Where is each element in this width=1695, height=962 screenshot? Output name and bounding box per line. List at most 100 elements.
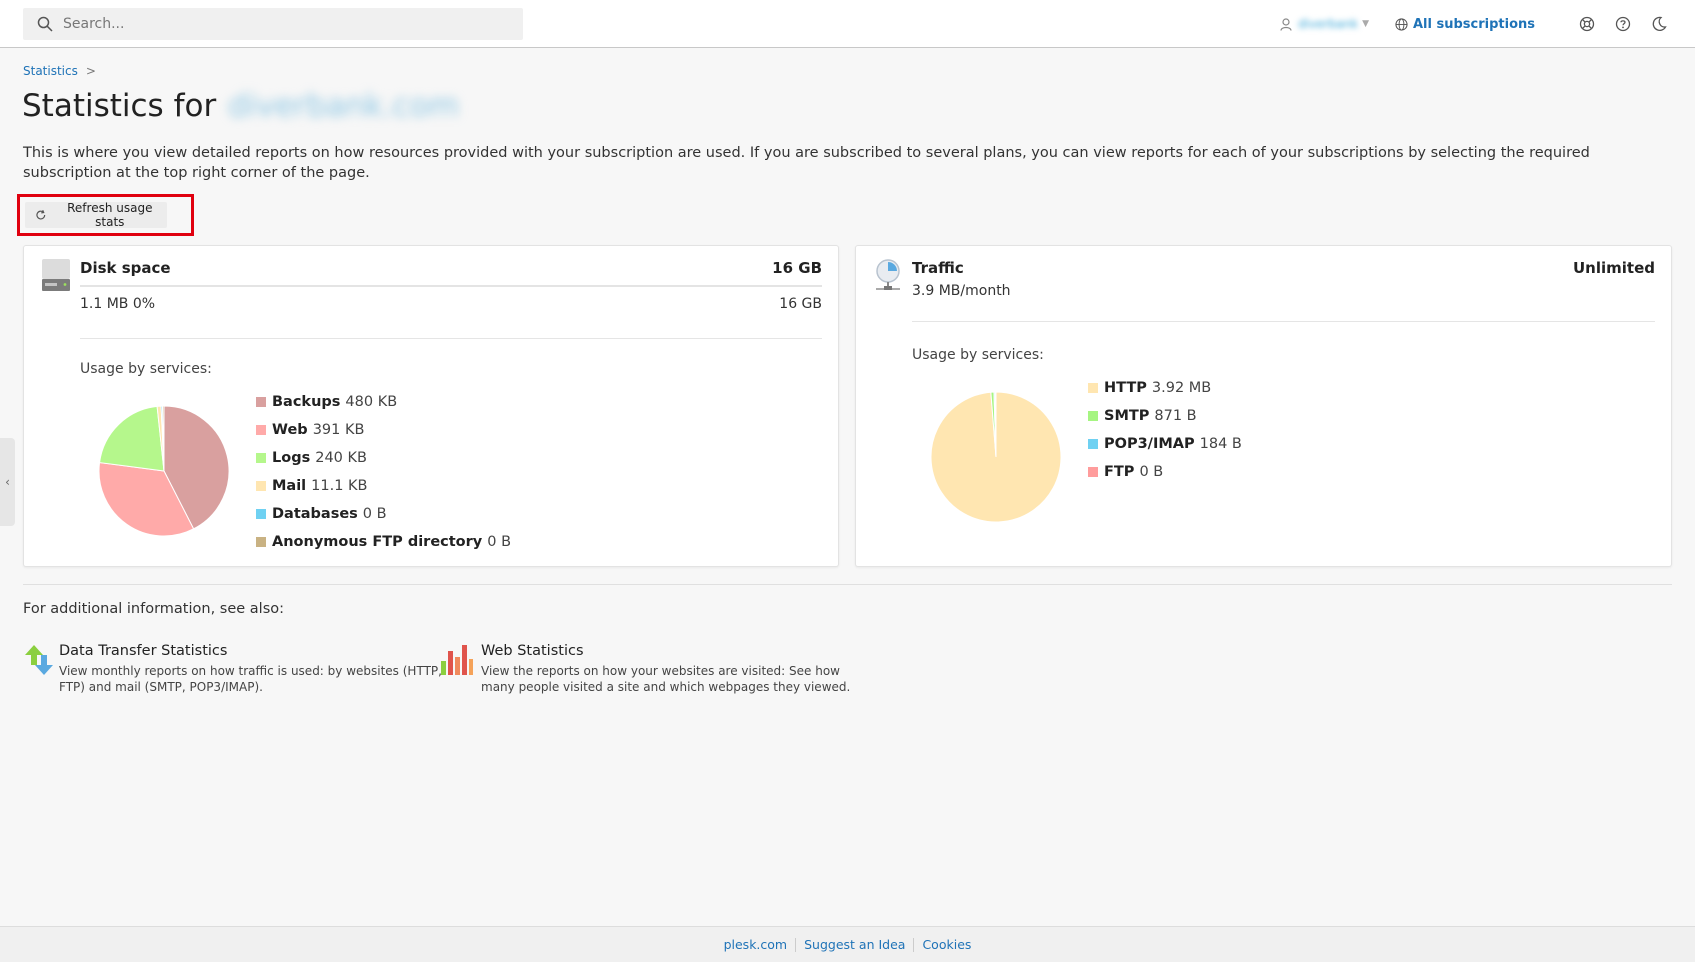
chevron-left-icon: ‹ (5, 475, 10, 489)
footer-link-plesk[interactable]: plesk.com (716, 937, 796, 952)
disk-limit-text: 16 GB (779, 296, 822, 312)
legend-swatch (1088, 411, 1098, 421)
intro-text: This is where you view detailed reports … (23, 145, 1590, 181)
disk-usage-by-services-label: Usage by services: (80, 361, 212, 377)
dark-mode-toggle[interactable] (1651, 16, 1667, 32)
disk-divider (80, 338, 822, 339)
legend-swatch (256, 537, 266, 547)
page-title: Statistics for diverbank.com (22, 88, 459, 124)
help-circle-lifebuoy-button[interactable] (1579, 16, 1595, 32)
data-transfer-arrows-icon (25, 645, 53, 675)
web-statistics-link[interactable]: Web Statistics (481, 643, 850, 659)
legend-value: 391 KB (312, 422, 365, 438)
section-divider (23, 584, 1672, 585)
legend-name: Web (272, 422, 308, 438)
traffic-total: Unlimited (1573, 259, 1655, 277)
moon-icon (1652, 16, 1667, 31)
globe-icon (1395, 17, 1408, 31)
footer-link-cookies[interactable]: Cookies (914, 937, 979, 952)
traffic-legend: HTTP 3.92 MB SMTP 871 B POP3/IMAP 184 B FTP 0 B (1088, 374, 1242, 486)
traffic-legend-item: FTP 0 B (1088, 458, 1242, 486)
all-subscriptions-link[interactable]: All subscriptions (1395, 17, 1535, 32)
chevron-down-icon: ▼ (1362, 19, 1369, 29)
disk-pie-chart (98, 405, 230, 537)
traffic-title: Traffic (912, 259, 964, 277)
refresh-usage-stats-label: Refresh usage stats (67, 201, 153, 229)
data-transfer-statistics-link[interactable]: Data Transfer Statistics (59, 643, 442, 659)
data-transfer-statistics-item[interactable]: Data Transfer Statistics View monthly re… (23, 643, 442, 695)
data-transfer-statistics-desc-1: View monthly reports on how traffic is u… (59, 664, 442, 678)
disk-legend-item: Anonymous FTP directory 0 B (256, 528, 511, 556)
search-icon (37, 16, 53, 32)
disk-legend: Backups 480 KB Web 391 KB Logs 240 KB Mail 11.1… (256, 388, 511, 556)
web-statistics-item[interactable]: Web Statistics View the reports on how y… (440, 643, 850, 695)
disk-space-title: Disk space (80, 259, 171, 277)
web-statistics-desc-1: View the reports on how your websites ar… (481, 664, 840, 678)
legend-swatch (1088, 439, 1098, 449)
search-input[interactable] (63, 16, 483, 32)
legend-name: POP3/IMAP (1104, 436, 1195, 452)
disk-usage-bar (80, 285, 822, 287)
traffic-clock-icon (876, 259, 900, 290)
traffic-pie-chart (930, 391, 1062, 523)
page-title-domain: diverbank.com (228, 88, 459, 124)
page-title-prefix: Statistics for (22, 88, 217, 124)
legend-value: 184 B (1199, 436, 1242, 452)
lifebuoy-icon (1579, 16, 1595, 32)
legend-name: Backups (272, 394, 341, 410)
refresh-highlight-box: Refresh usage stats (17, 194, 194, 236)
breadcrumb: Statistics > (23, 64, 96, 78)
legend-name: Logs (272, 450, 311, 466)
disk-legend-item: Databases 0 B (256, 500, 511, 528)
bar-chart-icon (441, 645, 473, 675)
legend-name: Anonymous FTP directory (272, 534, 483, 550)
legend-value: 0 B (362, 506, 387, 522)
legend-value: 0 B (487, 534, 512, 550)
legend-swatch (256, 481, 266, 491)
disk-legend-item: Logs 240 KB (256, 444, 511, 472)
breadcrumb-separator: > (85, 64, 96, 78)
legend-value: 480 KB (345, 394, 398, 410)
web-statistics-desc-2: many people visited a site and which web… (481, 680, 851, 694)
legend-swatch (1088, 383, 1098, 393)
legend-name: FTP (1104, 464, 1135, 480)
help-button[interactable] (1615, 16, 1631, 32)
traffic-divider (912, 321, 1655, 322)
search-box[interactable] (23, 8, 523, 40)
sidebar-expand-tab[interactable]: ‹ (0, 438, 15, 526)
legend-value: 240 KB (315, 450, 367, 466)
disk-legend-item: Web 391 KB (256, 416, 511, 444)
traffic-legend-item: HTTP 3.92 MB (1088, 374, 1242, 402)
legend-swatch (256, 453, 266, 463)
legend-swatch (256, 397, 266, 407)
refresh-usage-stats-button[interactable]: Refresh usage stats (25, 201, 167, 229)
legend-value: 0 B (1139, 464, 1164, 480)
traffic-card: Traffic Unlimited 3.9 MB/month Usage by … (855, 245, 1672, 567)
legend-swatch (256, 509, 266, 519)
legend-value: 11.1 KB (311, 478, 368, 494)
disk-legend-item: Mail 11.1 KB (256, 472, 511, 500)
refresh-icon (36, 209, 46, 220)
legend-swatch (1088, 467, 1098, 477)
disk-legend-item: Backups 480 KB (256, 388, 511, 416)
traffic-legend-item: POP3/IMAP 184 B (1088, 430, 1242, 458)
legend-name: Databases (272, 506, 358, 522)
traffic-used-text: 3.9 MB/month (912, 283, 1011, 299)
legend-value: 871 B (1154, 408, 1197, 424)
footer-link-suggest-idea[interactable]: Suggest an Idea (796, 937, 913, 952)
legend-value: 3.92 MB (1151, 380, 1212, 396)
top-right-controls: diverbank ▼ All subscriptions (1280, 0, 1667, 48)
disk-space-total: 16 GB (772, 259, 822, 277)
disk-space-card: Disk space 16 GB 1.1 MB 0% 16 GB Usage b… (23, 245, 839, 567)
question-icon (1615, 16, 1631, 32)
legend-name: HTTP (1104, 380, 1147, 396)
user-menu[interactable]: diverbank ▼ (1280, 17, 1369, 31)
footer: plesk.com Suggest an Idea Cookies (0, 926, 1695, 962)
hard-drive-icon (42, 259, 70, 291)
legend-name: Mail (272, 478, 307, 494)
traffic-usage-by-services-label: Usage by services: (912, 347, 1044, 363)
legend-swatch (256, 425, 266, 435)
pie-slice-logs (98, 405, 165, 472)
breadcrumb-statistics-link[interactable]: Statistics (23, 64, 78, 78)
see-also-label: For additional information, see also: (23, 601, 285, 617)
